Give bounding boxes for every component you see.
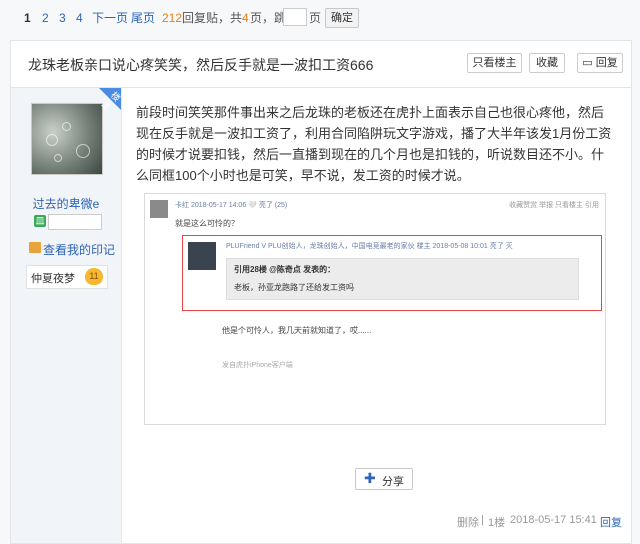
page-jump-input[interactable] <box>283 8 307 26</box>
reply-button-label: 回复 <box>595 57 618 69</box>
book-icon <box>29 242 41 253</box>
badge-name: 仲夏夜梦 <box>31 273 75 285</box>
shot-quote-avatar <box>188 242 216 270</box>
thread-title: 龙珠老板亲口说心疼笑笑，然后反手就是一波扣工资666 <box>28 57 374 73</box>
share-button[interactable]: ✚ 分享 <box>355 468 413 490</box>
only-op-button[interactable]: 只看楼主 <box>467 53 522 73</box>
footer-sep: | <box>481 514 484 526</box>
shot-quote-head: 引用28楼 @陈奇点 发表的： <box>234 265 336 274</box>
embedded-screenshot[interactable]: 卡红 2018-05-17 14:06 🤍 亮了 (25) 收藏赞赏 举报 只看… <box>144 193 606 425</box>
page-unit: 页 <box>309 11 322 25</box>
pager: 1 2 3 4 下一页 尾页 212 回复贴，共 4 页，跳到 页 确定 <box>0 0 640 36</box>
reply-button[interactable]: ▭ 回复 <box>577 53 623 73</box>
pager-page-1[interactable]: 1 <box>24 11 31 25</box>
shot-avatar <box>150 200 168 218</box>
share-label: 分享 <box>382 476 404 488</box>
shot-reply-text: 他是个可怜人，我几天前就知道了，哎...... <box>222 326 372 335</box>
thread-title-bar: 龙珠老板亲口说心疼笑笑，然后反手就是一波扣工资666 只看楼主 收藏 ▭ 回复 <box>10 40 632 87</box>
shot-actions: 收藏赞赏 举报 只看楼主 引用 <box>509 202 599 209</box>
author-name[interactable]: 过去的卑微e <box>11 195 121 212</box>
shot-quote-user: PLUFriend V PLU创始人，龙珠创始人，中国电竞最老的家伙 楼主 20… <box>226 243 513 250</box>
shot-question: 就是这么可怜的？ <box>175 219 239 228</box>
shot-user-line: 卡红 2018-05-17 14:06 🤍 亮了 (25) <box>175 202 288 209</box>
shot-quote-box: 引用28楼 @陈奇点 发表的： 老板，孙亚龙跑路了还给发工资吗 <box>226 258 579 300</box>
post-body: 前段时间笑笑那件事出来之后龙珠的老板还在虎扑上面表示自己也很心疼他，然后现在反手… <box>136 105 612 183</box>
footer-reply-link[interactable]: 回复 <box>600 514 622 530</box>
pager-page-4[interactable]: 4 <box>76 11 83 25</box>
shot-quote-text: 老板，孙亚龙跑路了还给发工资吗 <box>234 283 354 292</box>
author-sidebar: 楼主 过去的卑微e 皿 查看我的印记 仲夏夜梦 11 <box>11 88 122 543</box>
shot-quote-block: PLUFriend V PLU创始人，龙珠创始人，中国电竞最老的家伙 楼主 20… <box>182 235 602 311</box>
delete-link[interactable]: 删除 <box>457 514 479 530</box>
total-pages: 4 <box>242 11 249 25</box>
floor-number: 1楼 <box>488 517 506 529</box>
pager-last[interactable]: 尾页 <box>131 11 155 25</box>
confirm-button[interactable]: 确定 <box>325 8 359 28</box>
author-badge[interactable]: 仲夏夜梦 11 <box>26 265 108 289</box>
pager-next[interactable]: 下一页 <box>92 11 128 25</box>
pager-page-3[interactable]: 3 <box>59 11 66 25</box>
view-my-marks-link[interactable]: 查看我的印记 <box>43 241 115 258</box>
share-plus-icon: ✚ <box>364 470 376 486</box>
post: 楼主 过去的卑微e 皿 查看我的印记 仲夏夜梦 11 前段时间笑笑那件事出来之后… <box>10 87 632 544</box>
comment-icon: ▭ <box>582 57 593 69</box>
post-time: 2018-05-17 15:41 <box>510 514 597 526</box>
avatar[interactable] <box>31 103 103 175</box>
shot-source: 发自虎扑iPhone客户端 <box>222 362 293 369</box>
level-bar <box>48 214 102 230</box>
heart-level-icon: 11 <box>85 268 103 285</box>
reply-count: 212 <box>162 11 183 25</box>
level-icon: 皿 <box>34 215 46 227</box>
pager-page-2[interactable]: 2 <box>42 11 49 25</box>
favorite-button[interactable]: 收藏 <box>529 53 565 73</box>
reply-count-label: 回复贴，共 <box>182 11 243 25</box>
